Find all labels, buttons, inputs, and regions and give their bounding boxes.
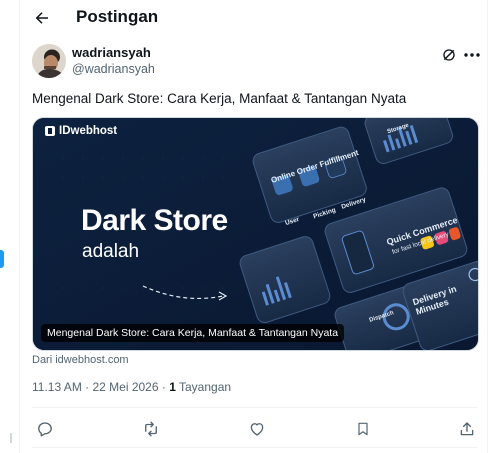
repost-button[interactable]: [140, 418, 162, 440]
link-preview-card[interactable]: IDwebhost Online Order Fulfillment User …: [32, 117, 479, 351]
brand-logo-icon: [45, 126, 55, 136]
reply-icon: [38, 422, 52, 437]
post-column: Postingan wadriansyah @wadriansyah Menge…: [19, 0, 488, 453]
heart-icon: [250, 423, 264, 436]
page-header: Postingan: [20, 0, 487, 36]
author-name[interactable]: wadriansyah: [72, 45, 151, 60]
grok-button[interactable]: [440, 46, 458, 64]
views-count: 1: [169, 380, 176, 394]
card-brand: IDwebhost: [45, 125, 117, 137]
repost-icon: [145, 421, 157, 437]
card-hero-title: Dark Store: [81, 204, 228, 237]
share-icon: [460, 422, 474, 436]
timestamp-text[interactable]: 11.13 AM · 22 Mei 2026 ·: [32, 380, 169, 394]
avatar-image: [32, 44, 66, 78]
bookmark-icon: [358, 422, 368, 436]
brand-name: IDwebhost: [59, 125, 118, 137]
left-rail: [0, 0, 19, 453]
more-icon: [464, 53, 480, 57]
page-title: Postingan: [76, 7, 159, 26]
post-timestamp: 11.13 AM · 22 Mei 2026 · 1 Tayangan: [32, 380, 231, 394]
action-bar: [20, 418, 487, 440]
bookmark-button[interactable]: [352, 418, 374, 440]
reply-button[interactable]: [34, 418, 56, 440]
card-caption: Mengenal Dark Store: Cara Kerja, Manfaat…: [41, 324, 345, 342]
divider-bottom: [32, 447, 477, 448]
author-handle[interactable]: @wadriansyah: [72, 62, 155, 76]
more-button[interactable]: [461, 46, 483, 64]
back-button[interactable]: [28, 4, 56, 32]
like-button[interactable]: [246, 418, 268, 440]
views-label: Tayangan: [175, 380, 232, 394]
rail-active-indicator: [0, 250, 4, 268]
divider: [32, 407, 477, 408]
card-hero-subtitle: adalah: [82, 241, 140, 262]
arrow-left-icon: [35, 12, 48, 24]
avatar[interactable]: [32, 44, 66, 78]
card-source-link[interactable]: Dari idwebhost.com: [32, 354, 129, 366]
share-button[interactable]: [456, 418, 478, 440]
grok-icon: [443, 49, 455, 61]
post-text: Mengenal Dark Store: Cara Kerja, Manfaat…: [32, 91, 407, 106]
rail-divider: [10, 433, 12, 443]
